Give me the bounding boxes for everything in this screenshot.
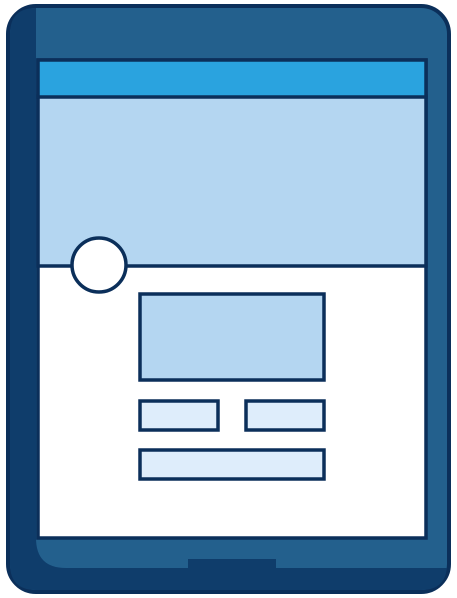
small-block-right [244,399,326,432]
top-bar [36,58,428,99]
home-button-icon [188,559,276,573]
avatar-circle-icon [70,236,128,294]
content-block [138,292,326,382]
small-block-left [138,399,220,432]
tablet-wireframe-graphic [6,4,451,594]
wide-block [138,448,326,481]
tablet-illustration [0,0,457,598]
